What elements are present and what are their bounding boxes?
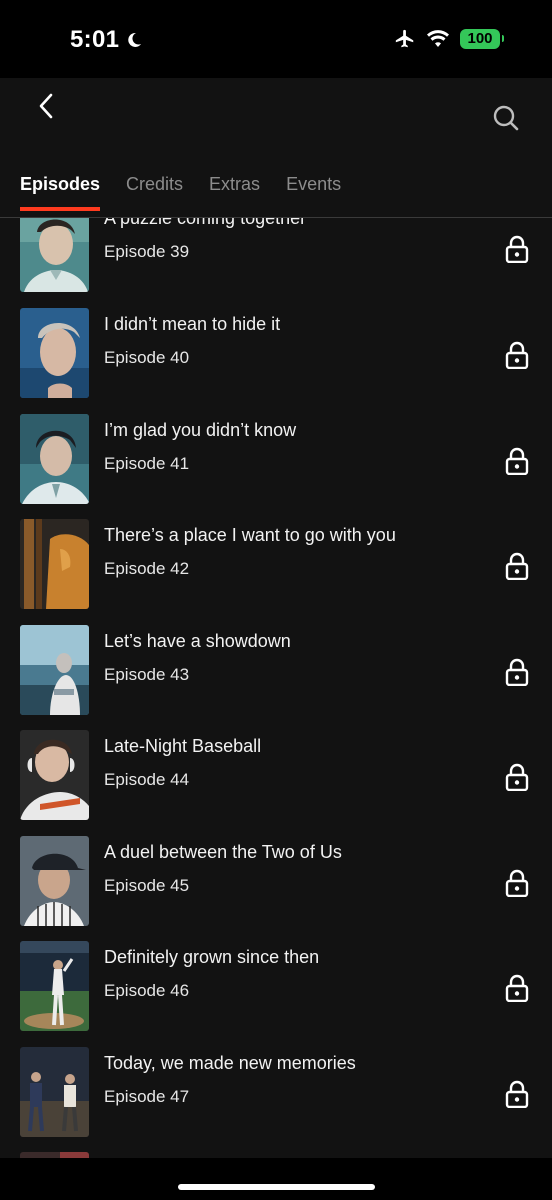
tab-bar: Episodes Credits Extras Events [20, 174, 341, 211]
battery-level: 100 [467, 30, 493, 47]
status-bar: 5:01 100 [0, 0, 552, 78]
moon-icon [128, 32, 142, 47]
episode-title: Late-Night Baseball [104, 736, 262, 756]
episode-number: Episode 46 [104, 981, 190, 1000]
episode-number: Episode 39 [104, 242, 190, 261]
episode-thumbnail [20, 625, 89, 715]
lock-icon [505, 341, 529, 369]
home-area [0, 1158, 552, 1200]
search-icon [493, 105, 519, 131]
episode-number: Episode 40 [104, 348, 190, 367]
episode-row-45[interactable]: A duel between the Two of Us Episode 45 [0, 836, 552, 928]
chevron-left-icon [39, 93, 53, 119]
episode-row-42[interactable]: There’s a place I want to go with you Ep… [0, 519, 552, 611]
episode-thumbnail [20, 414, 89, 504]
status-icons: 100 [394, 28, 504, 50]
episode-row-41[interactable]: I’m glad you didn’t know Episode 41 [0, 414, 552, 506]
episode-number: Episode 44 [104, 770, 190, 789]
lock-icon [505, 763, 529, 791]
tab-extras[interactable]: Extras [209, 174, 260, 209]
episode-title: A puzzle coming together [104, 218, 307, 228]
lock-icon [505, 658, 529, 686]
episode-row-47[interactable]: Today, we made new memories Episode 47 [0, 1047, 552, 1139]
tab-episodes[interactable]: Episodes [20, 174, 101, 211]
episode-row-44[interactable]: Late-Night Baseball Episode 44 [0, 730, 552, 822]
episode-title: A duel between the Two of Us [104, 842, 342, 862]
episode-title: Let’s have a showdown [104, 631, 291, 651]
episode-title: Today, we made new memories [104, 1053, 356, 1073]
lock-icon [505, 447, 529, 475]
episode-number: Episode 43 [104, 665, 190, 684]
battery-icon: 100 [460, 29, 504, 49]
time-label: 5:01 [70, 26, 120, 53]
search-button[interactable] [490, 102, 522, 134]
episode-title: I’m glad you didn’t know [104, 420, 297, 440]
episode-title: Definitely grown since then [104, 947, 320, 967]
lock-icon [505, 1080, 529, 1108]
episode-thumbnail [20, 519, 89, 609]
episode-title: There’s a place I want to go with you [104, 525, 396, 545]
wifi-icon [427, 30, 449, 47]
lock-icon [505, 974, 529, 1002]
episode-title: I didn’t mean to hide it [104, 314, 281, 334]
episode-row-39[interactable]: A puzzle coming together Episode 39 [0, 218, 552, 294]
lock-icon [505, 869, 529, 897]
lock-icon [505, 235, 529, 263]
episode-number: Episode 41 [104, 454, 190, 473]
tab-events[interactable]: Events [286, 174, 341, 209]
episode-thumbnail [20, 218, 89, 292]
episode-number: Episode 47 [104, 1087, 190, 1106]
episode-thumbnail [20, 308, 89, 398]
episode-thumbnail [20, 1047, 89, 1137]
episode-row-46[interactable]: Definitely grown since then Episode 46 [0, 941, 552, 1033]
status-time: 5:01 [70, 26, 143, 54]
episode-number: Episode 45 [104, 876, 190, 895]
episode-thumbnail [20, 836, 89, 926]
home-indicator[interactable] [178, 1184, 375, 1190]
lock-icon [505, 552, 529, 580]
app-header: Episodes Credits Extras Events [0, 78, 552, 218]
tab-credits[interactable]: Credits [126, 174, 183, 209]
episode-row-43[interactable]: Let’s have a showdown Episode 43 [0, 625, 552, 717]
episode-number: Episode 42 [104, 559, 190, 578]
episode-thumbnail [20, 730, 89, 820]
episode-list: A puzzle coming together Episode 39 I di… [0, 218, 552, 1158]
episode-row-40[interactable]: I didn’t mean to hide it Episode 40 [0, 308, 552, 400]
episode-thumbnail [20, 941, 89, 1031]
airplane-icon [395, 29, 414, 48]
back-button[interactable] [30, 90, 62, 122]
